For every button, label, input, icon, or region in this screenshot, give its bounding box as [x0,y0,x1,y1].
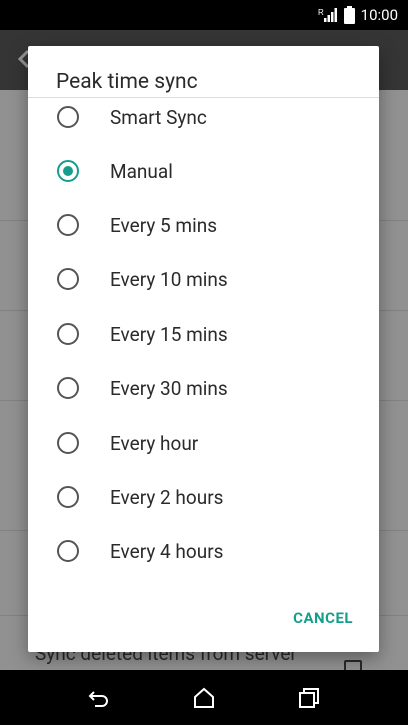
peak-time-sync-dialog: Peak time sync Smart Sync Manual Every 5… [28,46,379,652]
recents-icon[interactable] [297,686,321,710]
option-every-10-mins[interactable]: Every 10 mins [28,254,379,304]
option-label: Every 30 mins [110,376,228,400]
option-every-30-mins[interactable]: Every 30 mins [28,363,379,413]
option-every-5-mins[interactable]: Every 5 mins [28,200,379,250]
option-label: Smart Sync [110,105,207,129]
option-label: Every hour [110,431,199,455]
navigation-bar [0,670,408,725]
radio-unchecked-icon[interactable] [57,323,79,345]
option-label: Every 4 hours [110,539,224,563]
radio-unchecked-icon[interactable] [57,268,79,290]
back-icon[interactable] [87,686,111,710]
radio-unchecked-icon[interactable] [57,214,79,236]
dialog-title: Peak time sync [56,70,198,94]
option-label: Every 10 mins [110,267,228,291]
option-label: Every 5 mins [110,213,217,237]
home-icon[interactable] [192,686,216,710]
cancel-button[interactable]: CANCEL [293,609,353,627]
option-manual[interactable]: Manual [28,146,379,196]
radio-unchecked-icon[interactable] [57,432,79,454]
svg-text:R: R [318,8,324,17]
radio-unchecked-icon[interactable] [57,106,79,128]
option-label: Manual [110,159,173,183]
option-label: Every 15 mins [110,322,228,346]
battery-icon [343,6,355,24]
status-time: 10:00 [360,6,398,24]
radio-unchecked-icon[interactable] [57,486,79,508]
option-label: Every 2 hours [110,485,224,509]
radio-checked-icon[interactable] [57,160,79,182]
option-every-hour[interactable]: Every hour [28,418,379,468]
signal-icon: R [318,7,338,23]
status-bar: R 10:00 [0,0,408,30]
radio-unchecked-icon[interactable] [57,540,79,562]
option-every-15-mins[interactable]: Every 15 mins [28,309,379,359]
option-every-4-hours[interactable]: Every 4 hours [28,526,379,576]
option-every-2-hours[interactable]: Every 2 hours [28,472,379,522]
radio-unchecked-icon[interactable] [57,377,79,399]
option-smart-sync[interactable]: Smart Sync [28,92,379,142]
